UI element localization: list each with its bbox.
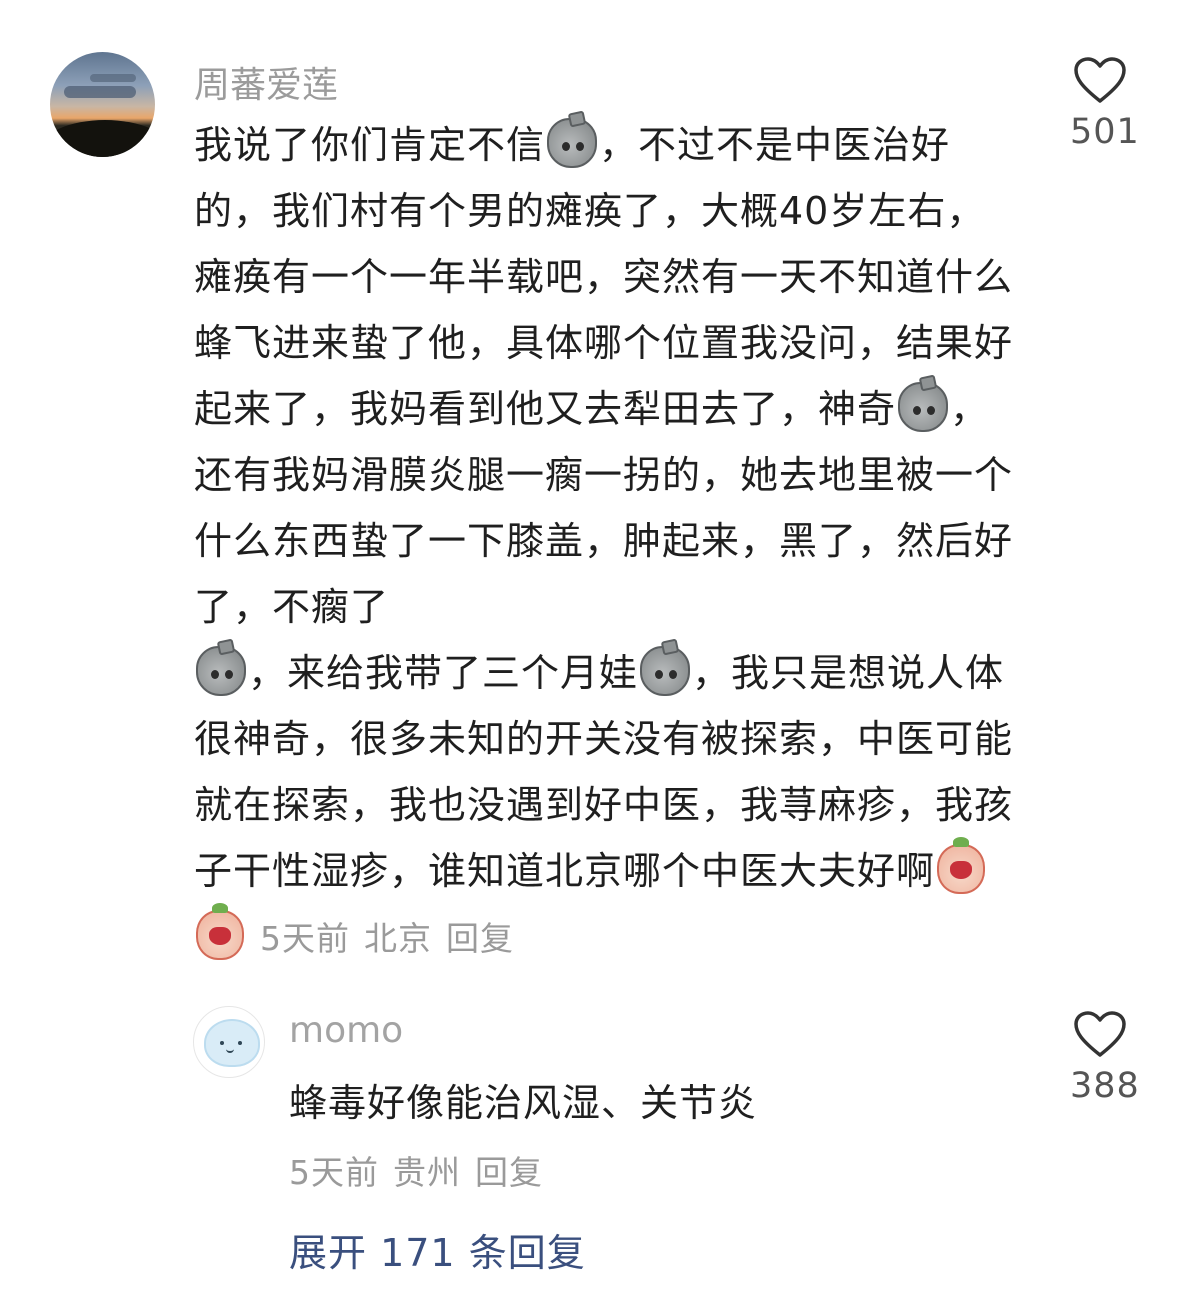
avatar-character xyxy=(204,1019,260,1067)
reply-button[interactable]: 回复 xyxy=(446,919,514,958)
sack-emoji-icon xyxy=(640,646,691,696)
like-count: 501 xyxy=(1070,112,1140,152)
sack-emoji-icon xyxy=(196,646,246,696)
like-button[interactable]: 388 xyxy=(1070,1010,1140,1106)
crying-emoji-icon xyxy=(196,903,244,960)
heart-icon xyxy=(1074,57,1126,103)
sack-emoji-icon xyxy=(898,382,949,432)
comment-time: 5天前 xyxy=(289,1153,379,1192)
like-button[interactable]: 501 xyxy=(1070,56,1140,152)
like-count: 388 xyxy=(1070,1066,1140,1106)
comment-location: 贵州 xyxy=(393,1153,461,1192)
user-avatar[interactable] xyxy=(50,52,155,157)
comment-location: 北京 xyxy=(364,919,432,958)
comment-meta: 5天前 北京 回复 xyxy=(246,919,514,958)
comment-text-segment: ，来给我带了三个月娃 xyxy=(248,651,639,695)
comment-text-segment: ，不过不是中医治好的，我们村有个男的瘫痪了，大概40岁左右，瘫痪有一个一年半载吧… xyxy=(194,123,1014,431)
reply-button[interactable]: 回复 xyxy=(475,1153,543,1192)
heart-icon xyxy=(1074,1011,1126,1057)
sack-emoji-icon xyxy=(547,118,598,168)
expand-replies-button[interactable]: 展开 171 条回复 xyxy=(289,1222,586,1277)
comment-text-segment: 我说了你们肯定不信 xyxy=(194,123,546,167)
avatar-eye xyxy=(238,1041,242,1045)
user-avatar[interactable] xyxy=(193,1006,265,1078)
crying-emoji-icon xyxy=(937,837,986,894)
avatar-eye xyxy=(220,1041,224,1045)
comment-username[interactable]: momo xyxy=(289,1010,403,1051)
comment-time: 5天前 xyxy=(260,919,350,958)
comment-username[interactable]: 周蕃爱莲 xyxy=(194,56,338,108)
avatar-cloud xyxy=(64,86,136,98)
avatar-cloud xyxy=(90,74,136,82)
comment-text[interactable]: 蜂毒好像能治风湿、关节炎 xyxy=(289,1072,757,1127)
comment-meta: 5天前 贵州 回复 xyxy=(289,1146,543,1194)
avatar-hill xyxy=(50,120,155,157)
comment-text[interactable]: 我说了你们肯定不信 ，不过不是中医治好的，我们村有个男的瘫痪了，大概40岁左右，瘫… xyxy=(194,112,1014,972)
